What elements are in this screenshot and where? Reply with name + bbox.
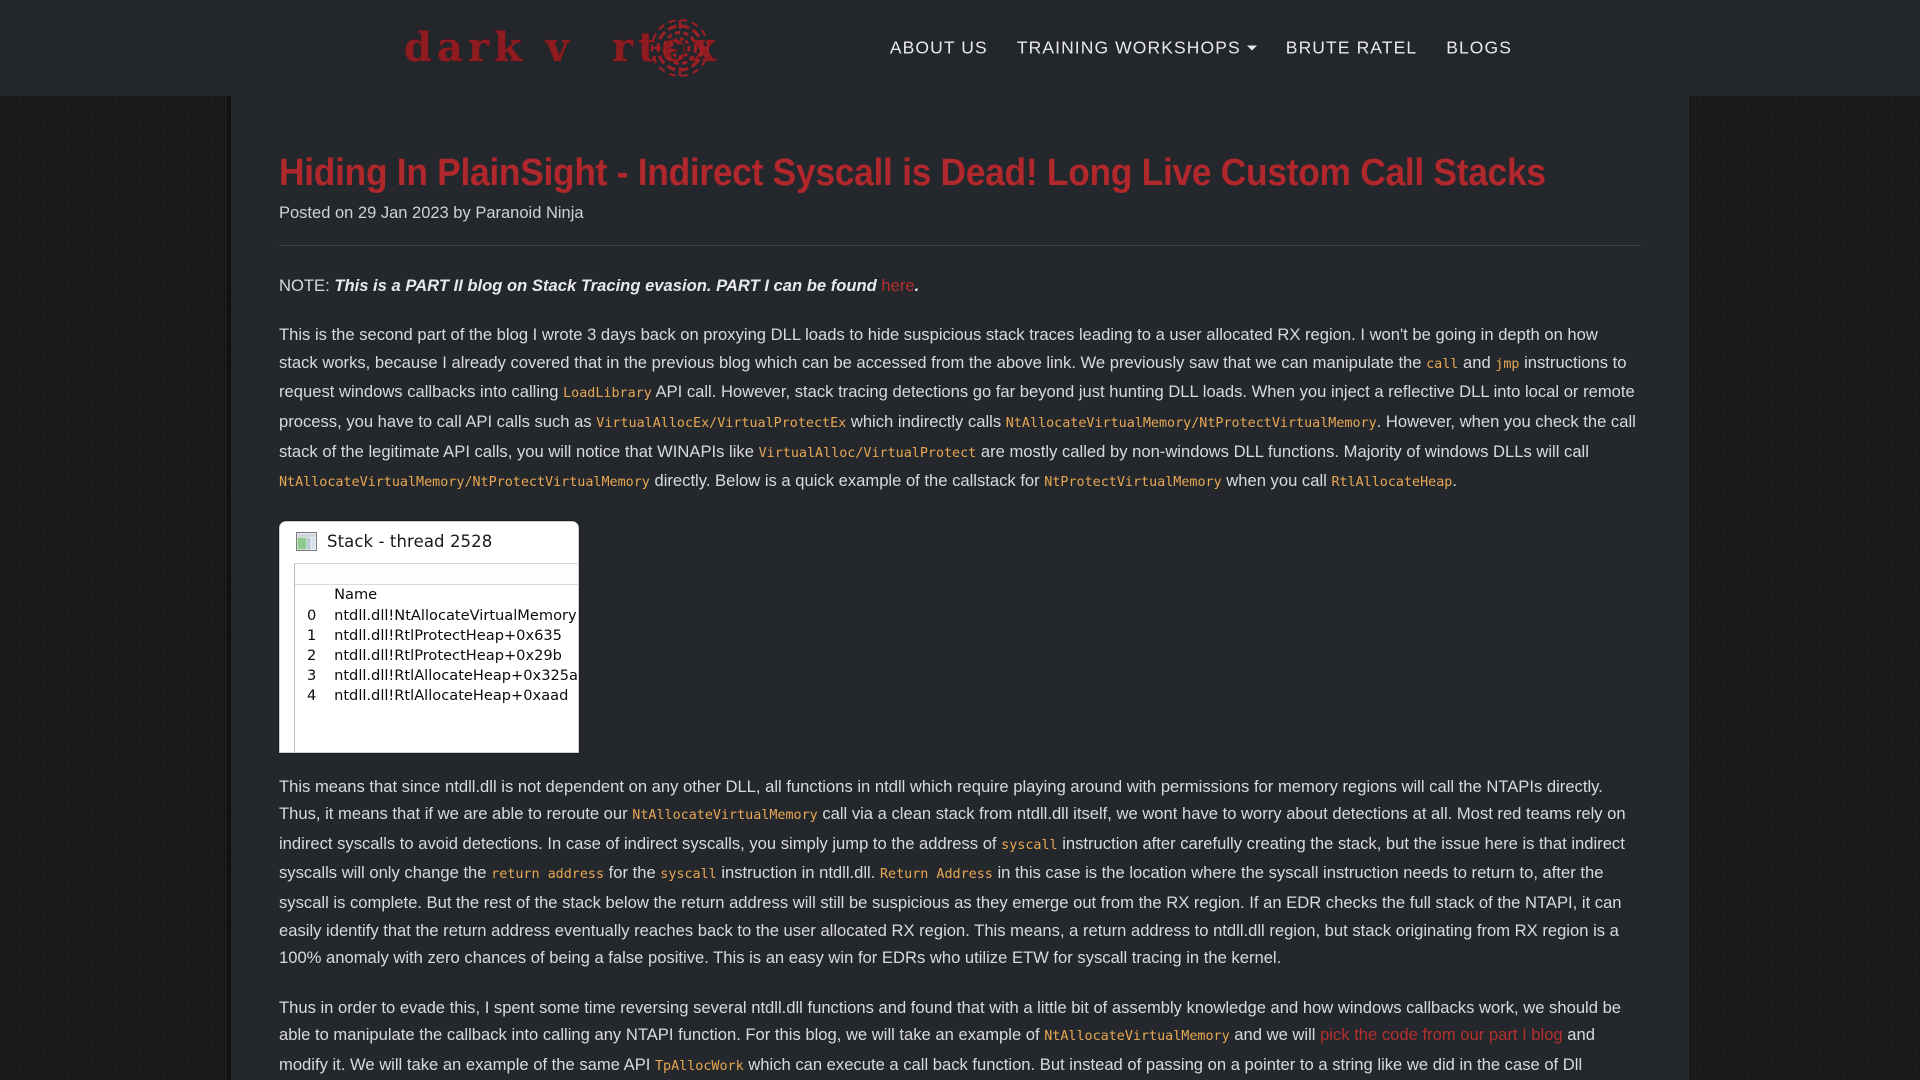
p2-code-return-address-1: return address <box>491 867 605 883</box>
note-line: NOTE: This is a PART II blog on Stack Tr… <box>279 272 1641 300</box>
p1-code-virtualallocex: VirtualAllocEx <box>596 415 710 431</box>
stack-row-index: 0 <box>307 607 317 625</box>
stack-table-row[interactable]: 3 ntdll.dll!RtlAllocateHeap+0x325a <box>295 666 578 686</box>
nav-item-blogs-label: BLOGS <box>1446 37 1512 58</box>
title-divider <box>279 244 1641 246</box>
stack-row-name: ntdll.dll!RtlAllocateHeap+0xaad <box>334 687 569 705</box>
p1-text-5: which indirectly calls <box>846 411 1006 431</box>
stack-table-row[interactable]: 1 ntdll.dll!RtlProtectHeap+0x635 <box>295 626 578 646</box>
p1-code-ntallocatevirtualmemory-1: NtAllocateVirtualMemory <box>1005 415 1192 431</box>
p1-text-9: when you call <box>1221 471 1332 491</box>
p1-code-jmp: jmp <box>1495 356 1520 372</box>
nav-item-about-us[interactable]: ABOUT US <box>890 38 988 59</box>
site-logo-text-left: dark v <box>404 24 574 71</box>
note-emphasis: This is a PART II blog on Stack Tracing … <box>334 275 882 295</box>
stack-table-row[interactable]: 0 ntdll.dll!NtAllocateVirtualMemory <box>295 606 578 626</box>
p1-sep-3: / <box>464 475 473 491</box>
window-list-icon <box>296 532 317 552</box>
p2-text-5: instruction in ntdll.dll. <box>716 863 880 883</box>
p1-text-2: and <box>1458 352 1496 372</box>
stack-window-title: Stack - thread 2528 <box>327 532 493 552</box>
stack-row-index: 4 <box>307 687 317 705</box>
p2-code-ntallocatevirtualmemory: NtAllocateVirtualMemory <box>632 808 818 824</box>
note-prefix: NOTE: <box>279 275 335 295</box>
p1-text-8: directly. Below is a quick example of th… <box>649 471 1045 491</box>
stack-table-row[interactable]: 4 ntdll.dll!RtlAllocateHeap+0xaad <box>295 686 578 706</box>
stack-table-header-row: Name <box>295 585 578 606</box>
stack-col-name-header: Name <box>334 585 378 603</box>
p1-code-loadlibrary: LoadLibrary <box>563 386 652 402</box>
p1-code-ntprotectvirtualmemory-1: NtProtectVirtualMemory <box>1199 415 1377 431</box>
nav-item-training-workshops-label: TRAINING WORKSHOPS <box>1016 37 1241 58</box>
stack-row-name: ntdll.dll!RtlProtectHeap+0x29b <box>334 647 562 665</box>
p1-code-call: call <box>1426 356 1459 372</box>
nav-item-blogs[interactable]: BLOGS <box>1446 38 1512 59</box>
stack-grid-topbar <box>295 563 578 585</box>
p1-code-virtualprotectex: VirtualProtectEx <box>717 415 847 431</box>
p2-code-return-address-2: Return Address <box>879 867 993 883</box>
p2-text-4: for the <box>604 863 661 883</box>
article-container: Hiding In PlainSight - Indirect Syscall … <box>227 96 1689 1080</box>
stack-window-titlebar: Stack - thread 2528 <box>280 521 578 563</box>
stack-table-row[interactable]: 2 ntdll.dll!RtlProtectHeap+0x29b <box>295 646 578 666</box>
stack-row-index: 1 <box>307 627 317 645</box>
stack-row-name: ntdll.dll!RtlAllocateHeap+0x325a <box>334 667 578 685</box>
nav-links: ABOUT US TRAINING WORKSHOPS BRUTE RATEL … <box>890 38 1512 59</box>
post-meta: Posted on 29 Jan 2023 by Paranoid Ninja <box>279 203 584 222</box>
p1-text-7: are mostly called by non-windows DLL fun… <box>976 441 1589 461</box>
p1-code-rtlallocateheap: RtlAllocateHeap <box>1331 475 1453 491</box>
p3-text-2: and we will <box>1229 1025 1321 1045</box>
stack-row-index: 2 <box>307 647 317 665</box>
paragraph-2: This means that since ntdll.dll is not d… <box>279 773 1641 972</box>
p1-code-ntallocatevirtualmemory-2: NtAllocateVirtualMemory <box>279 475 465 491</box>
top-navigation-bar: dark v rtex ABOUT US TRAINING WORKSHOPS … <box>0 0 1920 96</box>
note-link-here[interactable]: here <box>881 276 914 295</box>
p1-text-1: This is the second part of the blog I wr… <box>279 325 1598 372</box>
p1-code-ntprotectvirtualmemory-3: NtProtectVirtualMemory <box>1044 475 1222 491</box>
nav-item-brute-ratel-label: BRUTE RATEL <box>1285 37 1418 58</box>
stack-trace-screenshot: Stack - thread 2528 Name 0 ntdll.dll!NtAl… <box>279 520 579 753</box>
stack-table-body: 0 ntdll.dll!NtAllocateVirtualMemory 1 ntdll… <box>295 606 578 706</box>
page-title: Hiding In PlainSight - Indirect Syscall … <box>279 152 1546 194</box>
stack-col-index-header <box>295 585 326 606</box>
stack-row-name: ntdll.dll!NtAllocateVirtualMemory <box>334 607 577 625</box>
p2-code-syscall-1: syscall <box>1001 837 1058 853</box>
p2-code-syscall-2: syscall <box>660 867 717 883</box>
paragraph-3: Thus in order to evade this, I spent som… <box>279 994 1641 1080</box>
p1-code-virtualalloc-virtualprotect: VirtualAlloc/VirtualProtect <box>758 445 977 461</box>
nav-item-about-us-label: ABOUT US <box>889 37 988 58</box>
vortex-circle-icon <box>649 17 711 79</box>
paragraph-1: This is the second part of the blog I wr… <box>279 321 1641 497</box>
p1-text-10: . <box>1452 471 1457 491</box>
stack-window-body: Name 0 ntdll.dll!NtAllocateVirtualMemory 1… <box>294 562 578 752</box>
chevron-down-icon <box>1246 45 1257 51</box>
nav-item-brute-ratel[interactable]: BRUTE RATEL <box>1286 38 1417 59</box>
p3-code-tpallocwork: TpAllocWork <box>654 1059 744 1075</box>
site-logo[interactable]: dark v rtex <box>404 12 721 84</box>
note-suffix: . <box>914 275 920 295</box>
stack-table: Name 0 ntdll.dll!NtAllocateVirtualMemory 1… <box>295 585 578 706</box>
p3-code-ntallocatevirtualmemory-1: NtAllocateVirtualMemory <box>1044 1029 1230 1045</box>
p1-code-ntprotectvirtualmemory-2: NtProtectVirtualMemory <box>472 475 650 491</box>
stack-row-name: ntdll.dll!RtlProtectHeap+0x635 <box>334 627 562 645</box>
nav-item-training-workshops[interactable]: TRAINING WORKSHOPS <box>1017 38 1257 59</box>
p3-link-part-one-blog[interactable]: pick the code from our part I blog <box>1320 1025 1563 1044</box>
stack-row-index: 3 <box>307 667 317 685</box>
